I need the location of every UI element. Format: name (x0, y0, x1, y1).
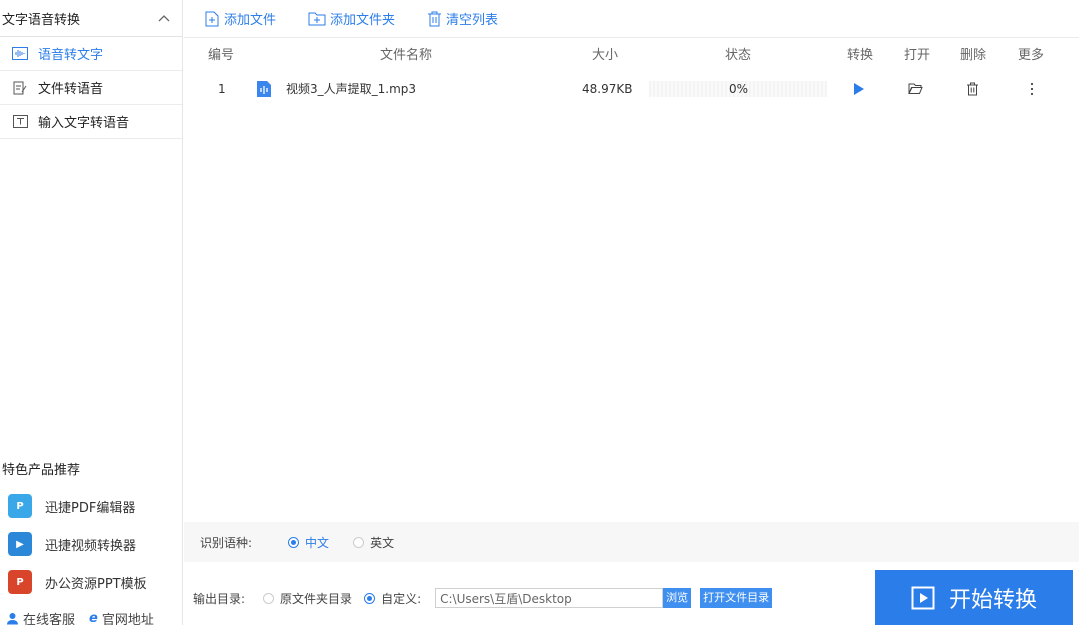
sidebar-header-title: 文字语音转换 (2, 12, 81, 28)
add-file-label: 添加文件 (224, 13, 277, 28)
row-file-size: 48.97KB (582, 82, 633, 96)
audio-wave-icon (12, 47, 28, 61)
sidebar-item-file-to-speech[interactable]: 文件转语音 (0, 71, 182, 105)
output-path-input[interactable] (435, 588, 664, 608)
radio-custom-folder-label[interactable]: 自定义: (381, 590, 421, 607)
promo-label: 迅捷视频转换器 (45, 538, 137, 554)
add-folder-button[interactable]: 添加文件夹 (308, 9, 395, 28)
trash-icon (427, 11, 442, 27)
play-icon[interactable] (853, 82, 865, 99)
online-service-label: 在线客服 (23, 613, 76, 625)
audio-file-icon (256, 80, 272, 102)
website-link[interactable]: e 官网地址 (89, 609, 154, 625)
start-convert-button[interactable]: 开始转换 (875, 570, 1073, 625)
col-index: 编号 (208, 48, 235, 63)
add-folder-label: 添加文件夹 (330, 13, 396, 28)
user-icon (7, 613, 18, 625)
sidebar-item-label: 文件转语音 (38, 82, 104, 97)
bottom-links: 在线客服 e 官网地址 (6, 609, 154, 625)
sidebar-item-text-to-speech[interactable]: 输入文字转语音 (0, 105, 182, 139)
row-file-name: 视频3_人声提取_1.mp3 (286, 82, 417, 96)
add-file-button[interactable]: 添加文件 (204, 9, 276, 28)
website-label: 官网地址 (101, 613, 154, 625)
promo-video-converter[interactable]: ▶ 迅捷视频转换器 (8, 532, 136, 556)
sidebar-item-speech-to-text[interactable]: 语音转文字 (0, 37, 182, 71)
output-row: 输出目录: 原文件夹目录 自定义: 浏览 打开文件目录 (184, 582, 874, 614)
sidebar-item-label: 语音转文字 (38, 48, 104, 63)
file-table-header: 编号 文件名称 大小 状态 转换 打开 删除 更多 (184, 40, 1079, 72)
ppt-template-logo-icon: P (8, 570, 32, 594)
clear-list-button[interactable]: 清空列表 (427, 9, 498, 28)
language-label: 识别语种: (200, 535, 253, 550)
open-output-folder-button[interactable]: 打开文件目录 (700, 588, 773, 608)
radio-original-folder[interactable] (263, 592, 275, 604)
promo-label: 办公资源PPT模板 (45, 576, 147, 592)
col-delete: 删除 (960, 48, 987, 63)
promo-ppt-template[interactable]: P 办公资源PPT模板 (8, 570, 147, 594)
col-name: 文件名称 (380, 48, 433, 63)
app-window: 文字语音转换 语音转文字 文件转语音 输入文字转语音 特色产品推荐 P 迅捷PD… (0, 0, 1079, 625)
col-open: 打开 (904, 48, 931, 63)
col-more: 更多 (1018, 48, 1045, 63)
chevron-up-icon[interactable] (158, 11, 170, 25)
browser-icon: e (89, 611, 98, 625)
language-row: 识别语种: 中文 英文 (184, 522, 1079, 562)
radio-custom-folder[interactable] (364, 592, 376, 604)
play-box-icon (911, 586, 935, 610)
table-row[interactable]: 1 视频3_人声提取_1.mp3 48.97KB 0% (184, 73, 1079, 105)
output-label: 输出目录: (193, 591, 246, 606)
promo-pdf-editor[interactable]: P 迅捷PDF编辑器 (8, 494, 135, 518)
row-status: 0% (729, 82, 749, 96)
toolbar: 添加文件 添加文件夹 清空列表 (184, 0, 1079, 38)
start-convert-label: 开始转换 (948, 587, 1037, 613)
online-service-link[interactable]: 在线客服 (6, 609, 75, 625)
text-box-icon (12, 115, 28, 129)
col-status: 状态 (725, 48, 752, 63)
radio-english-label[interactable]: 英文 (370, 534, 394, 551)
more-vertical-icon[interactable] (1030, 82, 1034, 99)
clear-list-label: 清空列表 (446, 13, 499, 28)
browse-button[interactable]: 浏览 (663, 588, 692, 608)
radio-chinese-label[interactable]: 中文 (305, 534, 329, 551)
radio-chinese[interactable] (288, 536, 300, 548)
col-convert: 转换 (847, 48, 874, 63)
radio-english[interactable] (353, 536, 365, 548)
add-file-icon (204, 11, 220, 27)
col-size: 大小 (592, 48, 619, 63)
radio-original-folder-label[interactable]: 原文件夹目录 (280, 590, 352, 607)
row-index: 1 (218, 82, 226, 96)
pdf-editor-logo-icon: P (8, 494, 32, 518)
sidebar-item-label: 输入文字转语音 (38, 116, 130, 131)
sidebar-header[interactable]: 文字语音转换 (0, 0, 182, 37)
promo-label: 迅捷PDF编辑器 (45, 500, 136, 516)
open-folder-icon[interactable] (908, 82, 923, 98)
sidebar: 文字语音转换 语音转文字 文件转语音 输入文字转语音 特色产品推荐 P 迅捷PD… (0, 0, 183, 625)
video-converter-logo-icon: ▶ (8, 532, 32, 556)
add-folder-icon (308, 11, 326, 26)
file-edit-icon (12, 81, 28, 95)
promo-title: 特色产品推荐 (2, 463, 81, 478)
delete-icon[interactable] (966, 82, 979, 99)
